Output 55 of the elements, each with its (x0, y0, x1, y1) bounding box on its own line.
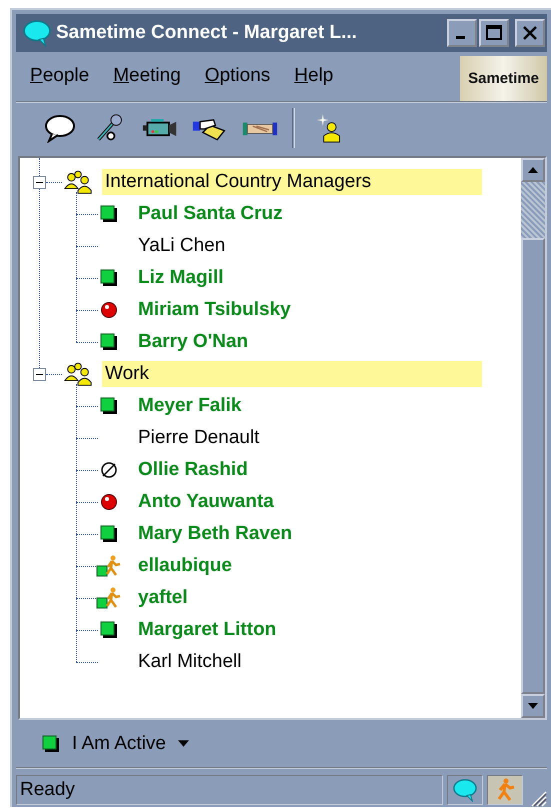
status-text: Ready (16, 775, 443, 806)
minimize-icon (456, 36, 464, 40)
contact-name[interactable]: ellaubique (138, 555, 232, 578)
down-arrow-icon (528, 702, 538, 709)
chat-bubble-icon (452, 778, 478, 802)
close-button[interactable] (515, 18, 545, 47)
status-ball-icon (100, 493, 118, 512)
group-name[interactable]: Work (102, 361, 482, 388)
status-dropdown[interactable]: I Am Active (60, 732, 189, 755)
contact-name[interactable]: Ollie Rashid (138, 459, 248, 482)
status-square-icon (42, 734, 60, 753)
maximize-icon (484, 22, 504, 43)
people-group-icon (62, 169, 94, 196)
contact-name[interactable]: Karl Mitchell (138, 651, 242, 674)
people-group-icon (62, 361, 94, 388)
contact-name[interactable]: Mary Beth Raven (138, 523, 292, 546)
status-square-icon (100, 621, 118, 640)
contact-name[interactable]: Pierre Denault (138, 427, 260, 450)
contact-name[interactable]: Margaret Litton (138, 619, 276, 642)
contact-name[interactable]: Barry O'Nan (138, 331, 248, 354)
window-title: Sametime Connect - Margaret L... (56, 22, 358, 44)
contact-name[interactable]: YaLi Chen (138, 235, 226, 258)
running-person-icon (96, 555, 122, 578)
scrollbar-thumb[interactable] (521, 238, 545, 694)
contact-name[interactable]: Liz Magill (138, 267, 224, 290)
status-square-icon (100, 205, 118, 224)
menu-item[interactable]: Options (204, 65, 270, 88)
contact-name[interactable]: Paul Santa Cruz (138, 203, 283, 226)
contact-name[interactable]: yaftel (138, 587, 188, 610)
vertical-scrollbar[interactable] (521, 158, 545, 718)
collapse-toggle[interactable] (33, 176, 46, 189)
no-entry-icon (100, 461, 118, 480)
menu-item[interactable]: People (30, 65, 90, 88)
menu-item[interactable]: Meeting (113, 65, 181, 88)
scroll-down-button[interactable] (521, 694, 545, 718)
running-person-icon (96, 587, 122, 610)
status-square-icon (100, 525, 118, 544)
collapse-toggle[interactable] (33, 368, 46, 381)
status-square-icon (100, 333, 118, 352)
contact-name[interactable]: Meyer Falik (138, 395, 242, 418)
brand-logo: Sametime (460, 56, 547, 101)
menu-item[interactable]: Help (294, 65, 334, 88)
scroll-up-button[interactable] (521, 158, 545, 182)
caret-icon (178, 740, 189, 748)
status-square-icon (100, 397, 118, 416)
group-name[interactable]: International Country Managers (102, 169, 482, 196)
chat-bubble-icon (22, 18, 52, 47)
minimize-button[interactable] (447, 18, 477, 47)
maximize-button[interactable] (479, 18, 509, 47)
status-square-icon (100, 269, 118, 288)
up-arrow-icon (528, 167, 538, 174)
contact-name[interactable]: Anto Yauwanta (138, 491, 274, 514)
chat-bubble-icon[interactable] (42, 112, 78, 143)
contact-name[interactable]: Miriam Tsibulsky (138, 299, 291, 322)
status-ball-icon (100, 301, 118, 320)
